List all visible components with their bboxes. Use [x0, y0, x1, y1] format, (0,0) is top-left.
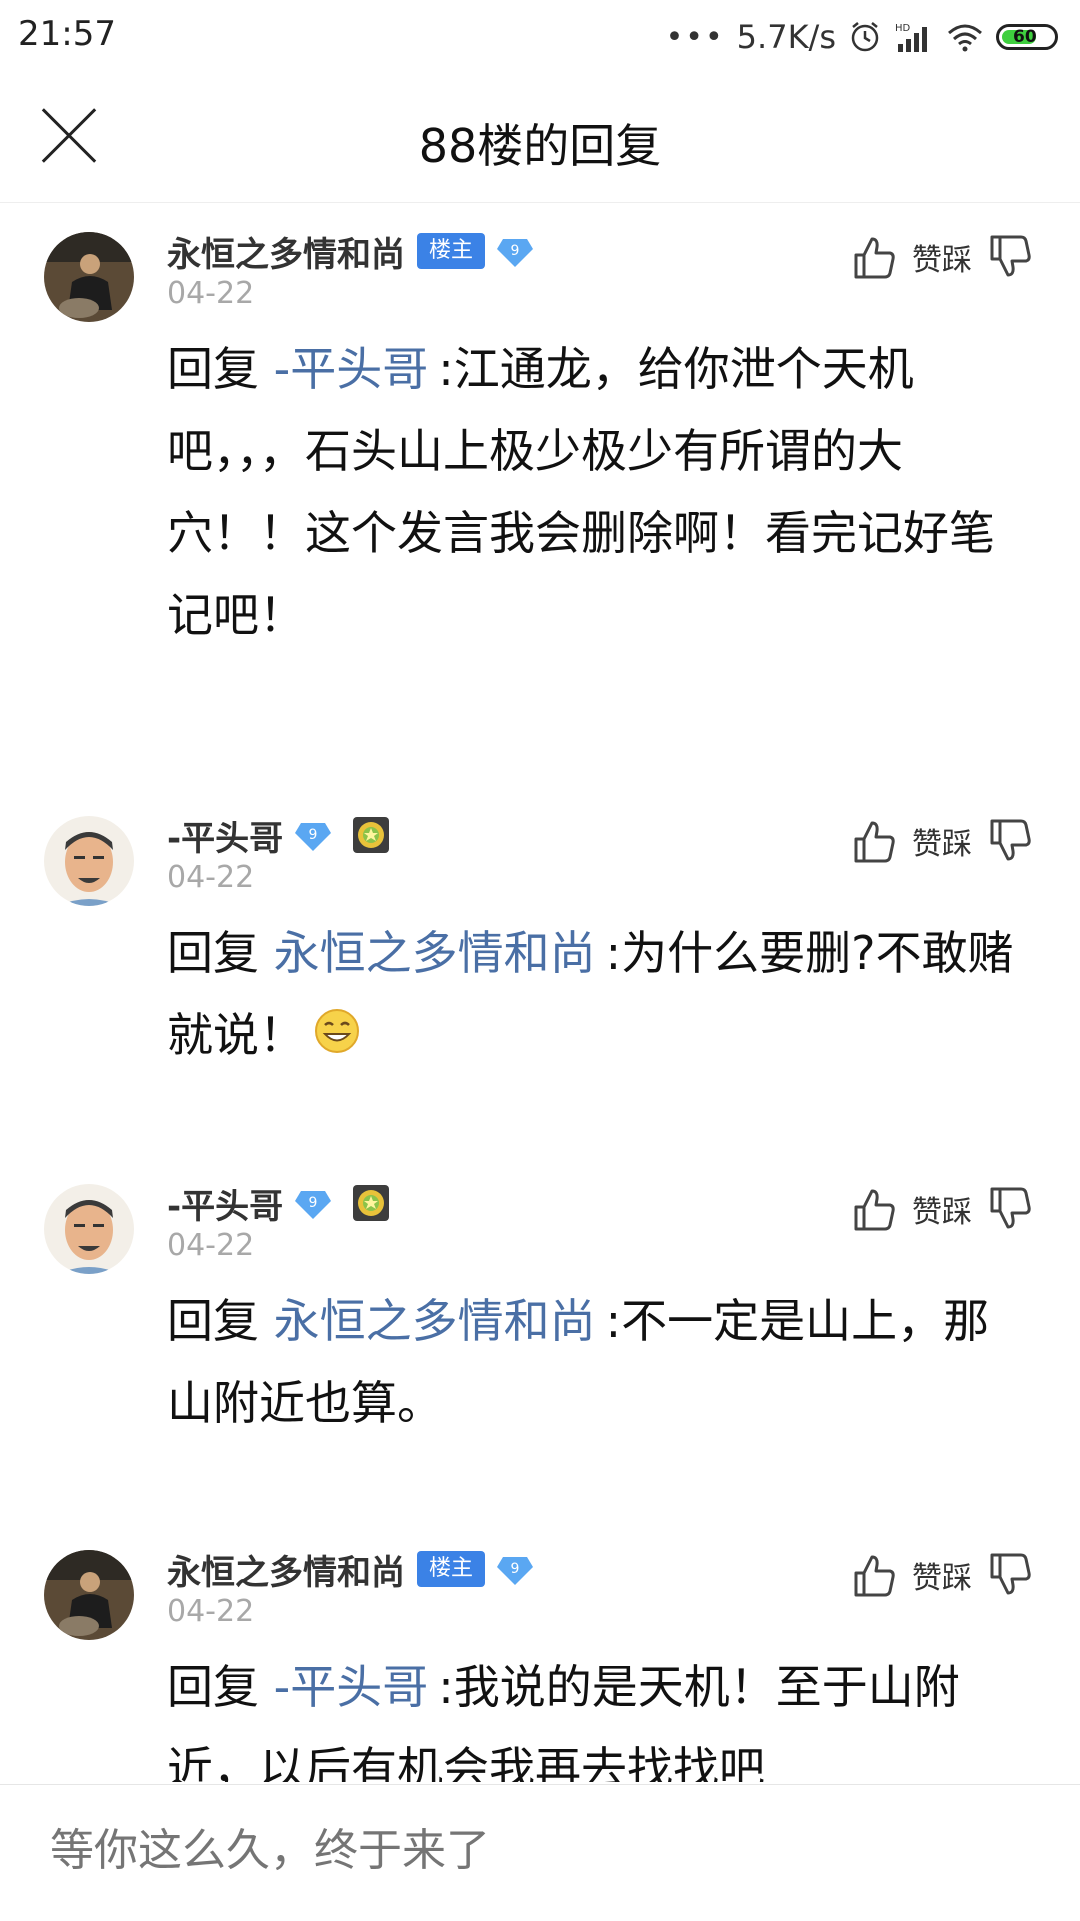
thumbs-down-icon[interactable]	[986, 1551, 1034, 1599]
comment-text: 回复 永恒之多情和尚:不一定是山上，那山附近也算。	[167, 1280, 1017, 1444]
author-row: -平头哥 9	[167, 811, 391, 860]
avatar[interactable]	[44, 1184, 134, 1274]
comment-date: 04-22	[167, 1594, 255, 1629]
reply-list[interactable]: 永恒之多情和尚 楼主 9 04-22 赞踩 回复 -平头哥:江通龙，给你泄个天机…	[0, 202, 1080, 1782]
reply-prefix: 回复	[167, 1294, 259, 1348]
level-number: 9	[309, 827, 318, 843]
network-speed: 5.7K/s	[736, 18, 836, 56]
comment-text: 回复 -平头哥:我说的是天机！至于山附近，以后有机会我再去找找吧	[167, 1646, 1017, 1782]
vote-label: 赞踩	[912, 1561, 972, 1596]
medal-badge-icon	[351, 815, 391, 855]
thumbs-up-icon[interactable]	[850, 1185, 898, 1233]
level-number: 9	[309, 1195, 318, 1211]
vote-actions: 赞踩	[850, 816, 1034, 866]
alarm-icon	[848, 20, 882, 54]
grin-emoji-icon	[313, 998, 361, 1080]
status-right: ••• 5.7K/s HD 60	[666, 12, 1058, 62]
comment-date: 04-22	[167, 276, 255, 311]
page-title: 88楼的回复	[418, 119, 662, 173]
author-row: -平头哥 9	[167, 1179, 391, 1228]
author-name[interactable]: -平头哥	[167, 1179, 283, 1228]
louzhu-badge: 楼主	[417, 1551, 486, 1587]
level-badge-icon: 9	[293, 1185, 333, 1221]
level-number: 9	[511, 1561, 520, 1577]
vote-label: 赞踩	[912, 827, 972, 862]
mention-link[interactable]: 永恒之多情和尚	[274, 926, 596, 980]
level-badge-icon: 9	[495, 233, 535, 269]
comment-date: 04-22	[167, 1228, 255, 1263]
vote-label: 赞踩	[912, 243, 972, 278]
vote-actions: 赞踩	[850, 232, 1034, 282]
level-number: 9	[511, 243, 520, 259]
author-name[interactable]: 永恒之多情和尚	[167, 227, 405, 276]
avatar[interactable]	[44, 1550, 134, 1640]
reply-prefix: 回复	[167, 342, 259, 396]
level-badge-icon: 9	[293, 817, 333, 853]
author-row: 永恒之多情和尚 楼主 9	[167, 1545, 535, 1594]
mention-link[interactable]: 永恒之多情和尚	[274, 1294, 596, 1348]
status-time: 21:57	[18, 14, 116, 54]
thumbs-up-icon[interactable]	[850, 817, 898, 865]
wifi-icon	[946, 22, 984, 52]
vote-label: 赞踩	[912, 1195, 972, 1230]
comment-text: 回复 永恒之多情和尚:为什么要删?不敢赌就说！	[167, 912, 1017, 1080]
thumbs-up-icon[interactable]	[850, 233, 898, 281]
signal-hd-label: HD	[895, 23, 911, 34]
louzhu-badge: 楼主	[417, 233, 486, 269]
reply-prefix: 回复	[167, 926, 259, 980]
mention-link[interactable]: -平头哥	[274, 1660, 429, 1714]
battery-level: 60	[1013, 27, 1037, 47]
author-name[interactable]: 永恒之多情和尚	[167, 1545, 405, 1594]
author-name[interactable]: -平头哥	[167, 811, 283, 860]
thumbs-down-icon[interactable]	[986, 233, 1034, 281]
notification-dots: •••	[665, 19, 725, 55]
comment-date: 04-22	[167, 860, 255, 895]
page-header: 88楼的回复	[0, 76, 1080, 203]
reply-input[interactable]	[50, 1825, 1030, 1876]
mention-link[interactable]: -平头哥	[274, 342, 429, 396]
vote-actions: 赞踩	[850, 1550, 1034, 1600]
avatar[interactable]	[44, 232, 134, 322]
thumbs-down-icon[interactable]	[986, 817, 1034, 865]
battery-icon: 60	[996, 24, 1058, 50]
thumbs-down-icon[interactable]	[986, 1185, 1034, 1233]
reply-bar	[0, 1784, 1080, 1921]
level-badge-icon: 9	[495, 1551, 535, 1587]
vote-actions: 赞踩	[850, 1184, 1034, 1234]
reply-prefix: 回复	[167, 1660, 259, 1714]
thumbs-up-icon[interactable]	[850, 1551, 898, 1599]
medal-badge-icon	[351, 1183, 391, 1223]
author-row: 永恒之多情和尚 楼主 9	[167, 227, 535, 276]
status-bar: 21:57 ••• 5.7K/s HD 60	[0, 0, 1080, 76]
signal-icon: HD	[894, 20, 934, 54]
avatar[interactable]	[44, 816, 134, 906]
comment-text: 回复 -平头哥:江通龙，给你泄个天机吧，，，石头山上极少极少有所谓的大穴！！这个…	[167, 328, 1017, 656]
